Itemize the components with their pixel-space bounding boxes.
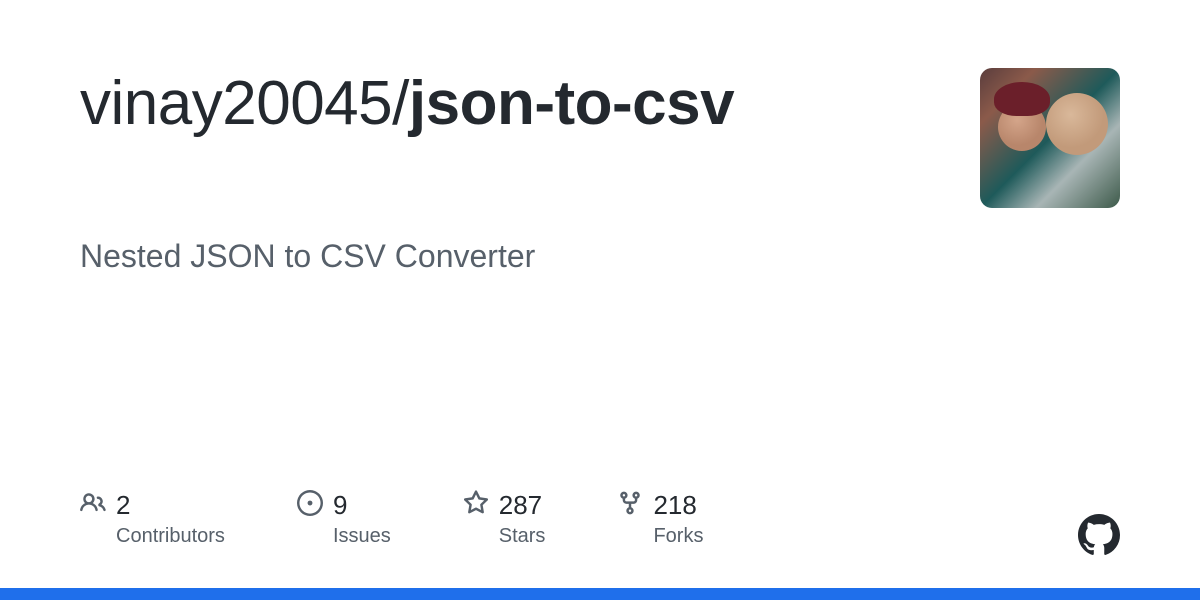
repo-owner[interactable]: vinay20045 <box>80 69 392 138</box>
stats-row: 2 Contributors 9 Issues 287 Stars <box>80 490 1120 548</box>
owner-avatar[interactable] <box>980 68 1120 208</box>
contributors-label: Contributors <box>116 525 225 548</box>
accent-bar <box>0 588 1200 600</box>
star-icon <box>463 490 489 521</box>
issues-stat[interactable]: 9 Issues <box>297 490 391 548</box>
contributors-stat[interactable]: 2 Contributors <box>80 490 225 548</box>
fork-icon <box>617 490 643 521</box>
repo-title: vinay20045/json-to-csv <box>80 68 940 139</box>
repo-description: Nested JSON to CSV Converter <box>80 238 1120 275</box>
slash-separator: / <box>392 69 409 138</box>
repo-name[interactable]: json-to-csv <box>409 69 734 138</box>
stars-stat[interactable]: 287 Stars <box>463 490 546 548</box>
forks-label: Forks <box>653 525 703 548</box>
people-icon <box>80 490 106 521</box>
issue-icon <box>297 490 323 521</box>
contributors-count: 2 <box>116 490 130 521</box>
issues-count: 9 <box>333 490 347 521</box>
forks-stat[interactable]: 218 Forks <box>617 490 703 548</box>
stars-label: Stars <box>499 525 546 548</box>
github-logo-icon[interactable] <box>1078 514 1120 556</box>
stars-count: 287 <box>499 490 542 521</box>
issues-label: Issues <box>333 525 391 548</box>
forks-count: 218 <box>653 490 696 521</box>
